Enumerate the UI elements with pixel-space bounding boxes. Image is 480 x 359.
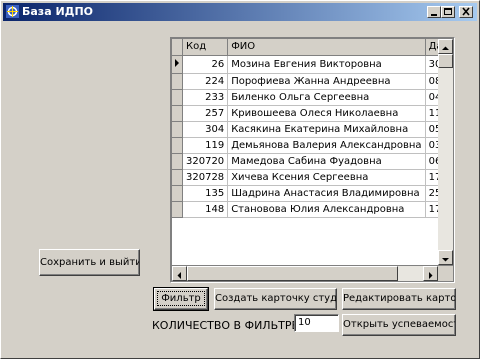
cell-code[interactable]: 26: [182, 55, 229, 74]
scroll-left-button[interactable]: [172, 266, 187, 281]
row-indicator[interactable]: [172, 73, 183, 90]
horizontal-scrollbar[interactable]: [172, 266, 438, 281]
maximize-icon: [444, 8, 452, 15]
table-row[interactable]: 257Кривошеева Олеся Николаевна11.07.1992: [172, 105, 438, 122]
cell-dob[interactable]: 03.06.1992: [425, 137, 438, 154]
row-indicator[interactable]: [172, 55, 183, 74]
row-indicator[interactable]: [172, 201, 183, 218]
cell-name[interactable]: Хичева Ксения Сергеевна: [227, 169, 426, 186]
filter-count-label: КОЛИЧЕСТВО В ФИЛЬТРЕ: [152, 319, 299, 332]
edit-card-button[interactable]: Редактировать карточку: [342, 288, 456, 310]
filter-label: Фильтр: [157, 291, 205, 306]
cell-dob[interactable]: 17.08.1992: [425, 201, 438, 218]
cell-code[interactable]: 148: [182, 201, 229, 218]
column-header-dob[interactable]: Дата рождения: [425, 39, 438, 56]
close-icon: [462, 7, 470, 16]
minimize-icon: [431, 14, 437, 16]
cell-name[interactable]: Порофиева Жанна Андреевна: [227, 73, 426, 90]
cell-code[interactable]: 224: [182, 73, 229, 90]
scroll-down-button[interactable]: [438, 250, 453, 265]
cell-dob[interactable]: 05.05.1992: [425, 121, 438, 138]
row-indicator[interactable]: [172, 121, 183, 138]
create-card-button[interactable]: Создать карточку студента: [214, 288, 337, 310]
cell-name[interactable]: Демьянова Валерия Александровна: [227, 137, 426, 154]
scroll-up-button[interactable]: [438, 39, 453, 54]
row-indicator[interactable]: [172, 137, 183, 154]
arrow-left-icon: [177, 272, 181, 279]
cell-code[interactable]: 257: [182, 105, 229, 122]
cell-name[interactable]: Мамедова Сабина Фуадовна: [227, 153, 426, 170]
title-bar[interactable]: База ИДПО: [3, 3, 477, 21]
table-row[interactable]: 119Демьянова Валерия Александровна03.06.…: [172, 137, 438, 154]
table-row[interactable]: 224Порофиева Жанна Андреевна08.07.1992: [172, 73, 438, 90]
cell-name[interactable]: Касякина Екатерина Михайловна: [227, 121, 426, 138]
grid-header-row: Код ФИО Дата рождения: [172, 39, 438, 56]
cell-code[interactable]: 320720: [182, 153, 229, 170]
cell-name[interactable]: Шадрина Анастасия Владимировна: [227, 185, 426, 202]
row-indicator[interactable]: [172, 153, 183, 170]
window-title: База ИДПО: [22, 5, 94, 18]
filter-count-field[interactable]: 10: [294, 314, 339, 332]
open-progress-button[interactable]: Открыть успеваемость: [342, 314, 456, 336]
cell-dob[interactable]: 11.07.1992: [425, 105, 438, 122]
column-header-name[interactable]: ФИО: [227, 39, 426, 56]
cell-dob[interactable]: 25.02.1992: [425, 185, 438, 202]
cell-code[interactable]: 304: [182, 121, 229, 138]
row-indicator[interactable]: [172, 185, 183, 202]
cell-name[interactable]: Кривошеева Олеся Николаевна: [227, 105, 426, 122]
minimize-button[interactable]: [427, 6, 441, 18]
students-grid[interactable]: Код ФИО Дата рождения 26Мозина Евгения В…: [170, 37, 455, 283]
save-exit-label: Сохранить и выйти: [40, 257, 140, 268]
current-row-arrow-icon: [175, 58, 179, 67]
save-exit-button[interactable]: Сохранить и выйти: [39, 249, 140, 276]
cell-dob[interactable]: 04.06.1992: [425, 89, 438, 106]
edit-card-label: Редактировать карточку: [343, 293, 456, 304]
cell-dob[interactable]: 30.06.1992: [425, 55, 438, 74]
scroll-right-button[interactable]: [423, 266, 438, 281]
cell-name[interactable]: Становова Юлия Александровна: [227, 201, 426, 218]
arrow-down-icon: [442, 258, 449, 262]
row-indicator[interactable]: [172, 89, 183, 106]
create-card-label: Создать карточку студента: [215, 293, 337, 304]
table-row[interactable]: 135Шадрина Анастасия Владимировна25.02.1…: [172, 185, 438, 202]
grid-viewport: Код ФИО Дата рождения 26Мозина Евгения В…: [172, 39, 438, 265]
scroll-corner: [438, 266, 453, 281]
header-indicator: [172, 39, 183, 56]
row-indicator[interactable]: [172, 169, 183, 186]
open-progress-label: Открыть успеваемость: [343, 319, 456, 330]
students-table: Код ФИО Дата рождения 26Мозина Евгения В…: [172, 39, 438, 218]
filter-button[interactable]: Фильтр: [153, 287, 209, 311]
column-header-code[interactable]: Код: [182, 39, 229, 56]
cell-name[interactable]: Биленко Ольга Сергеевна: [227, 89, 426, 106]
vertical-scrollbar[interactable]: [438, 39, 453, 265]
row-indicator[interactable]: [172, 105, 183, 122]
app-icon: [6, 5, 19, 18]
cell-name[interactable]: Мозина Евгения Викторовна: [227, 55, 426, 74]
table-row[interactable]: 233Биленко Ольга Сергеевна04.06.1992: [172, 89, 438, 106]
close-button[interactable]: [459, 6, 473, 18]
horizontal-scroll-thumb[interactable]: [187, 266, 398, 281]
maximize-button[interactable]: [441, 6, 455, 18]
table-row[interactable]: 320728Хичева Ксения Сергеевна17.03.1992: [172, 169, 438, 186]
cell-dob[interactable]: 08.07.1992: [425, 73, 438, 90]
vertical-scroll-thumb[interactable]: [438, 54, 453, 68]
table-row[interactable]: 320720Мамедова Сабина Фуадовна06.05.1992: [172, 153, 438, 170]
table-row[interactable]: 304Касякина Екатерина Михайловна05.05.19…: [172, 121, 438, 138]
cell-code[interactable]: 320728: [182, 169, 229, 186]
cell-code[interactable]: 119: [182, 137, 229, 154]
arrow-right-icon: [429, 272, 433, 279]
cell-code[interactable]: 233: [182, 89, 229, 106]
table-row[interactable]: 26Мозина Евгения Викторовна30.06.1992: [172, 55, 438, 74]
table-row[interactable]: 148Становова Юлия Александровна17.08.199…: [172, 201, 438, 218]
cell-dob[interactable]: 17.03.1992: [425, 169, 438, 186]
cell-dob[interactable]: 06.05.1992: [425, 153, 438, 170]
cell-code[interactable]: 135: [182, 185, 229, 202]
main-window: База ИДПО Код ФИО Дата рождения: [0, 0, 480, 359]
